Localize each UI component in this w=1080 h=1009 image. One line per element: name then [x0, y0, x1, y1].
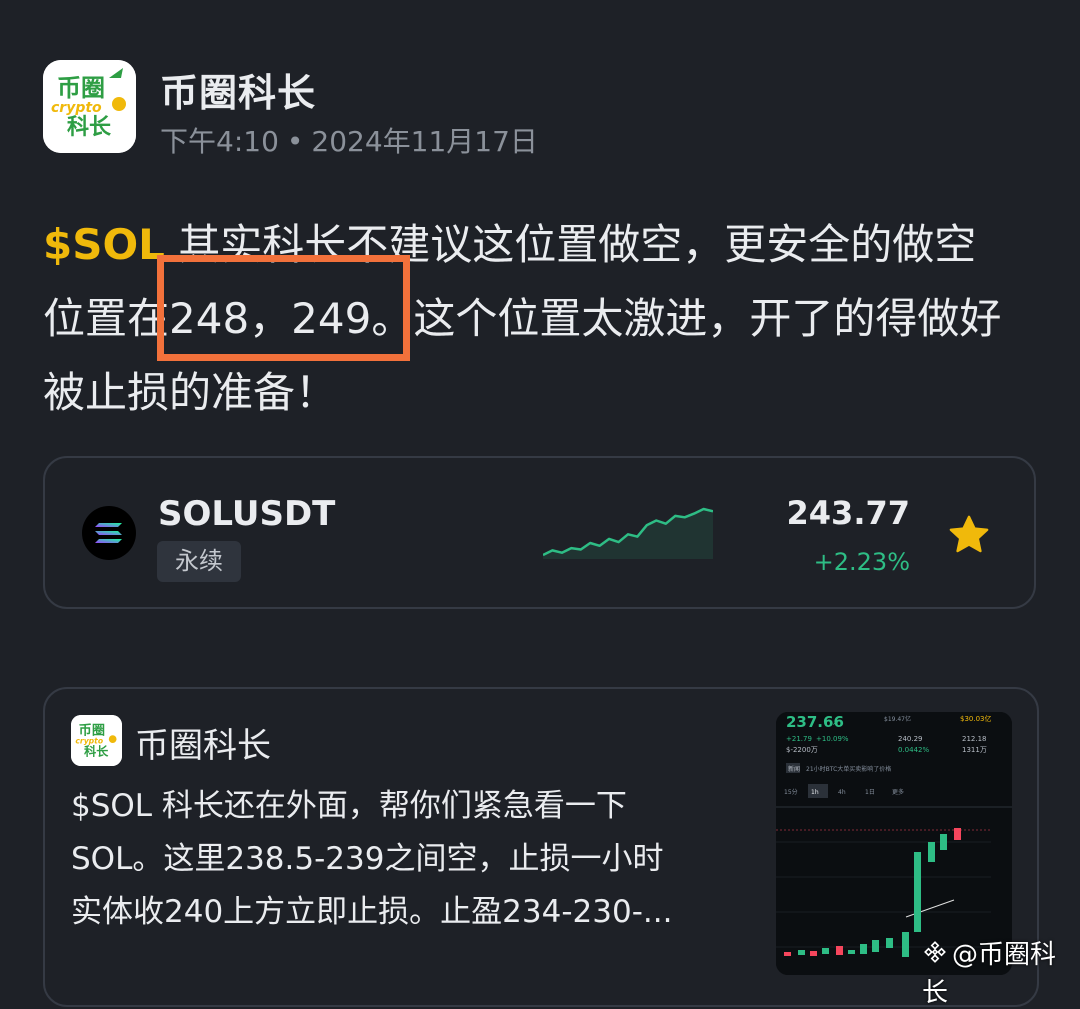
thumb-candle: [954, 828, 961, 840]
thumb-candle: [914, 852, 921, 932]
thumb-mid: 240.29: [898, 735, 923, 743]
quoted-author-avatar[interactable]: 币圈 crypto 科长: [71, 715, 122, 766]
thumb-tab: 4h: [838, 789, 846, 796]
thumb-candle: [860, 944, 867, 954]
quoted-logo-text-bottom: 科长: [84, 744, 109, 759]
post-date: 2024年11月17日: [311, 125, 538, 158]
thumb-candle: [848, 950, 855, 954]
price-sparkline: [543, 507, 713, 559]
thumb-candle: [940, 834, 947, 850]
thumb-candle: [822, 948, 829, 954]
thumb-tab: 1日: [865, 789, 875, 796]
thumb-volume: $-2200万: [786, 746, 818, 754]
thumb-news-tag: 新闻: [788, 765, 800, 773]
thumb-tab: 1h: [811, 789, 819, 796]
thumb-candle: [798, 950, 805, 955]
thumb-candle: [836, 946, 843, 955]
watermark: @币圈科长: [922, 934, 1080, 1009]
thumb-candle: [872, 940, 879, 952]
quoted-author-name[interactable]: 币圈科长: [135, 718, 271, 767]
author-logo: 币圈 crypto 科长: [43, 60, 136, 153]
thumb-funding: 0.0442%: [898, 746, 929, 754]
logo-text-bottom: 科长: [67, 115, 112, 140]
author-avatar[interactable]: 币圈 crypto 科长: [43, 60, 136, 153]
thumb-candle: [886, 938, 893, 948]
ticker-change: +2.23%: [813, 548, 910, 576]
price-highlight-box: [157, 255, 410, 361]
thumb-change-abs: +21.79: [786, 735, 812, 743]
post-meta: 下午4:10 • 2024年11月17日: [160, 120, 538, 160]
quoted-line-2: SOL。这里238.5-239之间空，止损一小时: [71, 841, 664, 877]
thumb-change-pct: +10.09%: [816, 735, 849, 743]
thumb-high: $19.47亿: [884, 715, 911, 723]
thumb-tab: 15分: [784, 788, 798, 796]
logo-text-top: 币圈: [57, 74, 105, 102]
thumb-right-2: 212.18: [962, 735, 987, 743]
thumb-candle: [810, 951, 817, 956]
logo-text-mid: crypto: [51, 100, 102, 116]
thumb-candle: [928, 842, 935, 862]
quoted-post-text: $SOL 科长还在外面，帮你们紧急看一下 SOL。这里238.5-239之间空，…: [71, 780, 761, 939]
thumb-news-text: 21小时BTC大单买卖影响了价格: [806, 765, 891, 773]
cashtag-link[interactable]: $SOL: [43, 220, 165, 269]
quoted-line-1: $SOL 科长还在外面，帮你们紧急看一下: [71, 788, 627, 824]
post-line-3: 被止损的准备！: [43, 368, 338, 417]
thumb-candle: [902, 932, 909, 957]
solana-icon: [82, 506, 136, 560]
quoted-author-logo: 币圈 crypto 科长: [71, 715, 122, 766]
meta-dot: •: [286, 125, 304, 158]
ticker-price: 243.77: [786, 494, 910, 532]
thumb-price-suffix: ↗: [832, 718, 839, 727]
thumb-right-3: 1311万: [962, 746, 987, 754]
thumb-tab: 更多: [892, 788, 904, 796]
post-time: 下午4:10: [160, 125, 279, 158]
binance-icon: [922, 939, 948, 972]
perpetual-badge: 永续: [157, 541, 241, 582]
thumb-right-1: $30.03亿: [960, 714, 992, 723]
favorite-star-icon[interactable]: [946, 512, 992, 558]
thumb-candle: [784, 952, 791, 956]
author-name[interactable]: 币圈科长: [160, 62, 316, 117]
ticker-symbol: SOLUSDT: [158, 494, 336, 534]
quoted-line-3: 实体收240上方立即止损。止盈234-230-...: [71, 894, 673, 930]
